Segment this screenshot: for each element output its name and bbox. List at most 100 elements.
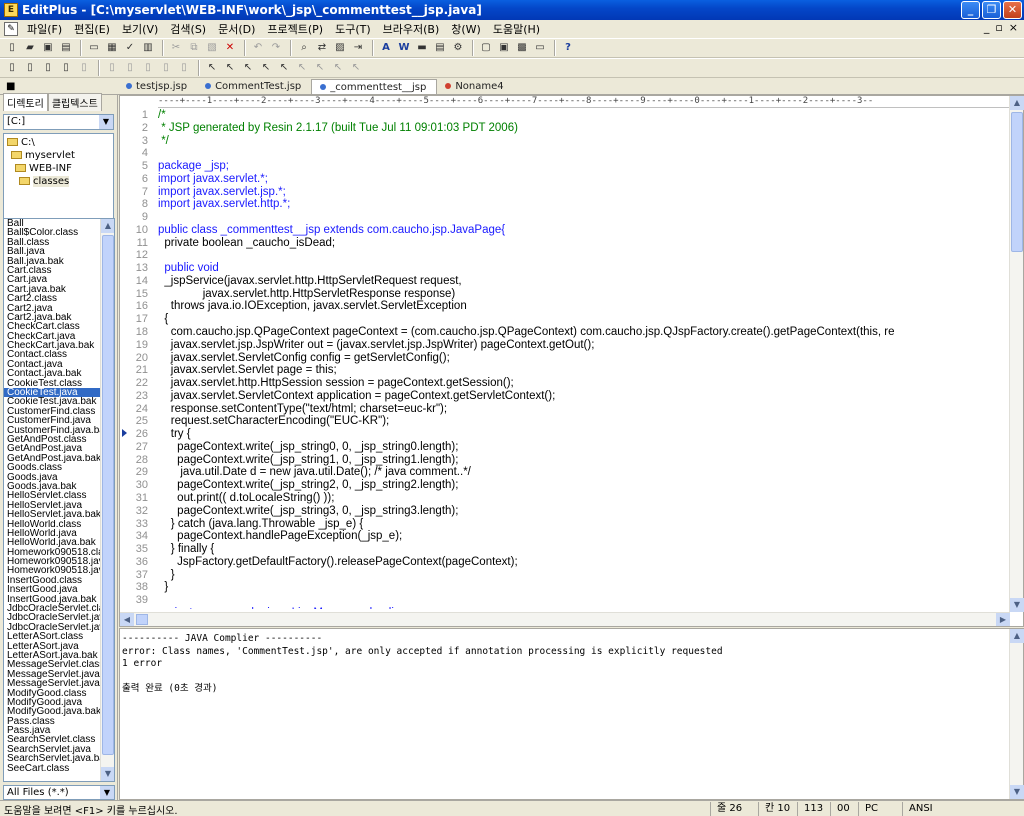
menu-help[interactable]: 도움말(H) (487, 21, 546, 37)
file-list-item[interactable]: Ball.java.bak (4, 257, 102, 266)
mark-5-icon[interactable]: ↖ (294, 60, 310, 76)
file-list-item[interactable]: CookieTest.java.bak (4, 397, 102, 406)
tree-node-myservlet[interactable]: myservlet (7, 149, 110, 162)
code-line[interactable]: com.caucho.jsp.QPageContext pageContext … (158, 326, 1011, 339)
code-line[interactable] (158, 147, 1011, 160)
tree-node-web-inf[interactable]: WEB-INF (7, 162, 110, 175)
user-tool-9-icon[interactable]: ▯ (158, 60, 174, 76)
code-line[interactable]: javax.servlet.jsp.JspWriter out = (javax… (158, 339, 1011, 352)
code-line[interactable]: java.util.Date d = new java.util.Date();… (158, 466, 1011, 479)
menu-file[interactable]: 파일(F) (21, 21, 68, 37)
file-list-item[interactable]: JdbcOracleServlet.jav (4, 623, 102, 632)
file-list-scrollbar[interactable]: ▲ ▼ (100, 219, 114, 781)
code-line[interactable]: throws java.io.IOException, javax.servle… (158, 300, 1011, 313)
code-line[interactable]: import javax.servlet.*; (158, 173, 1011, 186)
print-preview-icon[interactable]: ▭ (86, 40, 102, 56)
tab-commenttest[interactable]: CommentTest.jsp (197, 79, 311, 94)
mark-3-icon[interactable]: ↖ (258, 60, 274, 76)
chevron-down-icon[interactable]: ▼ (100, 786, 114, 799)
file-list-item[interactable]: LetterASort.java (4, 642, 102, 651)
user-tool-5-icon[interactable]: ▯ (76, 60, 92, 76)
mdi-minimize-button[interactable]: _ (984, 21, 990, 34)
code-line[interactable]: import javax.servlet.jsp.*; (158, 186, 1011, 199)
tab-cliptext[interactable]: 클립텍스트 (47, 93, 102, 111)
menu-view[interactable]: 보기(V) (116, 21, 164, 37)
file-list-item[interactable]: CustomerFind.class (4, 407, 102, 416)
file-list-item[interactable]: ModifyGood.java.bak (4, 707, 102, 716)
code-line[interactable]: private boolean _caucho_isDead; (158, 237, 1011, 250)
menu-document[interactable]: 문서(D) (212, 21, 261, 37)
user-tool-3-icon[interactable]: ▯ (40, 60, 56, 76)
scroll-thumb[interactable] (102, 235, 114, 755)
code-line[interactable]: javax.servlet.http.HttpSession session =… (158, 377, 1011, 390)
code-line[interactable]: { (158, 313, 1011, 326)
file-list-item[interactable]: CheckCart.java (4, 332, 102, 341)
tab-commenttest-jsp-java[interactable]: _commenttest__jsp (311, 79, 438, 94)
code-line[interactable]: } catch (java.lang.Throwable _jsp_e) { (158, 518, 1011, 531)
file-list-item[interactable]: Cart.class (4, 266, 102, 275)
code-line[interactable]: * JSP generated by Resin 2.1.17 (built T… (158, 122, 1011, 135)
file-list-item[interactable]: CookieTest.class (4, 379, 102, 388)
file-list-item[interactable]: HelloServlet.class (4, 491, 102, 500)
spellcheck-icon[interactable]: ✓ (122, 40, 138, 56)
tree-node-drive[interactable]: C:\ (7, 136, 110, 149)
menu-project[interactable]: 프로젝트(P) (261, 21, 329, 37)
file-list-item[interactable]: Homework090518.java (4, 566, 102, 575)
tab-testjsp[interactable]: testjsp.jsp (118, 79, 197, 94)
fullscreen-icon[interactable]: ▭ (532, 40, 548, 56)
code-line[interactable] (158, 594, 1011, 607)
file-list-item[interactable]: Cart.java.bak (4, 285, 102, 294)
code-line[interactable]: pageContext.write(_jsp_string0, 0, _jsp_… (158, 441, 1011, 454)
scroll-thumb[interactable] (136, 614, 148, 625)
directory-window-icon[interactable]: ▢ (478, 40, 494, 56)
font-icon[interactable]: A (378, 40, 394, 56)
code-line[interactable]: request.setCharacterEncoding("EUC-KR"); (158, 415, 1011, 428)
menu-tools[interactable]: 도구(T) (329, 21, 377, 37)
file-list-item[interactable]: SearchServlet.java.ba (4, 754, 102, 763)
find-in-files-icon[interactable]: ▨ (332, 40, 348, 56)
mark-6-icon[interactable]: ↖ (312, 60, 328, 76)
code-line[interactable]: } (158, 581, 1011, 594)
code-line[interactable]: _jspService(javax.servlet.http.HttpServl… (158, 275, 1011, 288)
scroll-right-icon[interactable]: ▶ (996, 613, 1010, 626)
user-tool-4-icon[interactable]: ▯ (58, 60, 74, 76)
file-list-item[interactable]: HelloWorld.class (4, 520, 102, 529)
code-line[interactable] (158, 249, 1011, 262)
scroll-up-icon[interactable]: ▲ (101, 219, 114, 233)
file-list-item[interactable]: Homework090518.java (4, 557, 102, 566)
goto-line-icon[interactable]: ⇥ (350, 40, 366, 56)
save-icon[interactable]: ▣ (40, 40, 56, 56)
file-list-item[interactable]: Homework090518.cla (4, 548, 102, 557)
code-line[interactable]: import javax.servlet.http.*; (158, 198, 1011, 211)
user-tool-6-icon[interactable]: ▯ (104, 60, 120, 76)
chevron-down-icon[interactable]: ▼ (99, 115, 113, 129)
undo-icon[interactable]: ↶ (250, 40, 266, 56)
code-editor[interactable]: ----+----1----+----2----+----3----+----4… (119, 95, 1024, 627)
file-list-item[interactable]: HelloServlet.java.bak (4, 510, 102, 519)
editor-horizontal-scrollbar[interactable]: ◀ ▶ (120, 612, 1010, 626)
line-number-icon[interactable]: ▤ (432, 40, 448, 56)
menu-window[interactable]: 창(W) (445, 21, 487, 37)
menu-search[interactable]: 검색(S) (164, 21, 212, 37)
file-list-item[interactable]: CookieTest.java (4, 388, 102, 398)
mark-7-icon[interactable]: ↖ (330, 60, 346, 76)
scroll-down-icon[interactable]: ▼ (101, 767, 114, 781)
code-line[interactable]: javax.servlet.http.HttpServletResponse r… (158, 288, 1011, 301)
file-list-item[interactable]: CheckCart.java.bak (4, 341, 102, 350)
browser-icon[interactable]: ▩ (514, 40, 530, 56)
file-list-item[interactable]: JdbcOracleServlet.jav (4, 613, 102, 622)
mark-1-icon[interactable]: ↖ (222, 60, 238, 76)
properties-icon[interactable]: ▥ (140, 40, 156, 56)
file-list-item[interactable]: InsertGood.java (4, 585, 102, 594)
code-line[interactable]: package _jsp; (158, 160, 1011, 173)
file-list-item[interactable]: MessageServlet.java (4, 679, 102, 688)
file-list-item[interactable]: Contact.class (4, 350, 102, 359)
file-list-item[interactable]: LetterASort.java.bak (4, 651, 102, 660)
preferences-icon[interactable]: ⚙ (450, 40, 466, 56)
user-tool-7-icon[interactable]: ▯ (122, 60, 138, 76)
file-list-item[interactable]: HelloWorld.java.bak (4, 538, 102, 547)
output-scrollbar[interactable]: ▲ ▼ (1009, 629, 1024, 799)
file-list-item[interactable]: HelloServlet.java (4, 501, 102, 510)
code-line[interactable]: out.print(( d.toLocaleString() )); (158, 492, 1011, 505)
scroll-up-icon[interactable]: ▲ (1010, 629, 1024, 643)
